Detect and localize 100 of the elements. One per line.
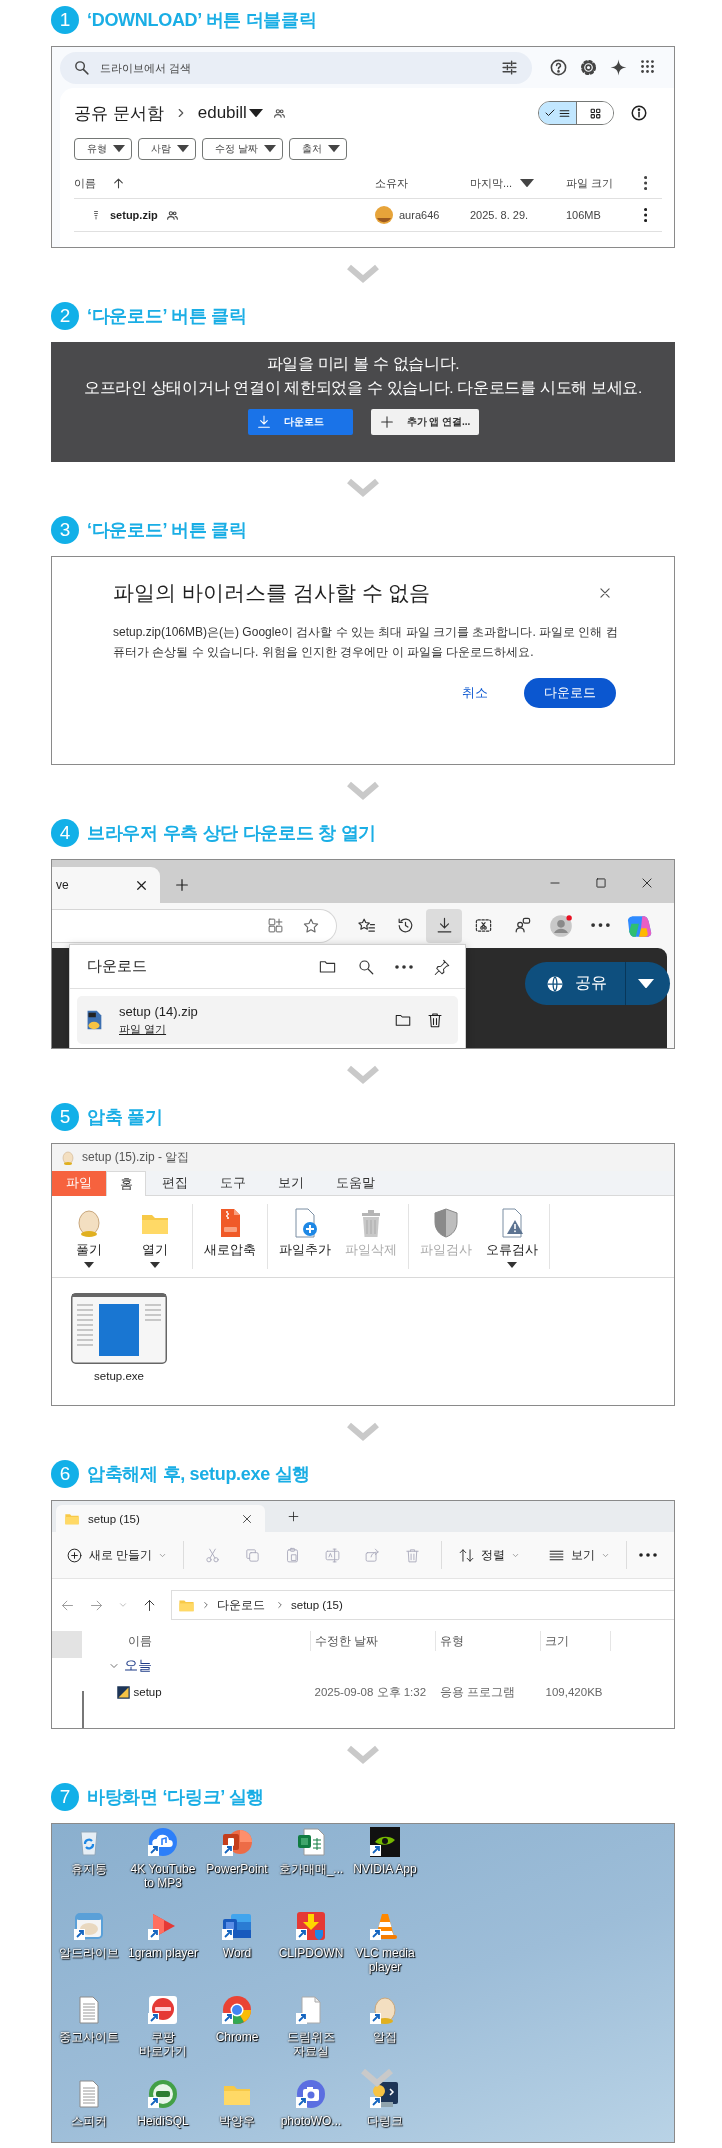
- ribbon-tab[interactable]: 도구: [204, 1171, 262, 1196]
- step-title: ‘다운로드’ 버튼 클릭: [87, 305, 247, 328]
- info-icon[interactable]: [630, 104, 648, 122]
- star-icon[interactable]: [302, 916, 320, 935]
- caret-icon: [638, 978, 654, 989]
- browser-tab[interactable]: ve: [52, 867, 160, 903]
- column-header[interactable]: 이름: [97, 1631, 311, 1651]
- column-header[interactable]: 마지막...: [470, 175, 513, 191]
- view-button[interactable]: 보기: [544, 1542, 615, 1568]
- down-chevron-icon: [346, 1745, 380, 1765]
- step-number-badge: 1: [51, 6, 79, 34]
- screenshot-icon: [473, 916, 493, 935]
- breadcrumb-item[interactable]: 공유 문서함: [74, 101, 164, 125]
- filter-chip[interactable]: 유형: [74, 138, 132, 160]
- caret-icon[interactable]: [248, 108, 263, 118]
- more-icon[interactable]: [644, 208, 648, 222]
- filter-chip[interactable]: 수정 날짜: [202, 138, 283, 160]
- view-toggle[interactable]: [538, 101, 614, 125]
- caret-icon: [177, 145, 189, 153]
- new-tab-icon[interactable]: [287, 1510, 300, 1523]
- chevron-right-icon: [275, 1600, 285, 1610]
- help-icon[interactable]: [549, 58, 568, 77]
- step-title: ‘다운로드’ 버튼 클릭: [87, 519, 247, 542]
- avatar-icon: [375, 206, 393, 224]
- ribbon-button[interactable]: 새로압축: [197, 1204, 263, 1269]
- table-cell-text: 응용 프로그램: [438, 1684, 516, 1700]
- step-title: 브라우저 우측 상단 다운로드 창 열기: [87, 822, 376, 845]
- ribbon-button[interactable]: 오류검사: [479, 1204, 545, 1269]
- up-icon[interactable]: [142, 1597, 157, 1613]
- connect-app-button[interactable]: 추가 앱 연결...: [370, 409, 479, 435]
- ribbon-tab[interactable]: 홈: [106, 1171, 146, 1196]
- download-icon: [255, 414, 272, 430]
- ribbon-tab[interactable]: 보기: [262, 1171, 320, 1196]
- close-icon[interactable]: [640, 875, 654, 890]
- column-header[interactable]: 수정한 날짜: [310, 1631, 436, 1651]
- column-header[interactable]: 이름: [74, 175, 96, 191]
- ribbon-tab[interactable]: 도움말: [320, 1171, 391, 1196]
- check-icon: [544, 107, 556, 119]
- filter-icon[interactable]: [501, 59, 518, 76]
- search-icon[interactable]: [357, 957, 375, 976]
- explorer-tab[interactable]: setup (15): [56, 1505, 265, 1532]
- download-button[interactable]: 다운로드: [524, 678, 616, 708]
- panel-title: 다운로드: [87, 957, 148, 976]
- step-number-badge: 3: [51, 516, 79, 544]
- caret-icon: [263, 145, 276, 153]
- open-file-link[interactable]: 파일 열기: [119, 1021, 167, 1037]
- search-icon[interactable]: [73, 59, 90, 76]
- path-segment[interactable]: 다운로드: [217, 1597, 265, 1613]
- message-text: 오프라인 상태이거나 연결이 제한되었을 수 있습니다. 다운로드를 시도해 보세요.: [83, 378, 643, 398]
- app-icon: [115, 1684, 131, 1700]
- window-title: setup (15).zip - 알집: [82, 1149, 190, 1166]
- ribbon-button[interactable]: 풀기: [56, 1204, 122, 1269]
- caret-icon[interactable]: [520, 178, 535, 188]
- step-number-badge: 6: [51, 1460, 79, 1488]
- downloads-button[interactable]: [426, 908, 462, 943]
- add-app-icon[interactable]: [267, 917, 284, 934]
- new-tab-icon[interactable]: [174, 876, 190, 893]
- close-tab-icon[interactable]: [241, 1512, 253, 1525]
- list-view-button[interactable]: [539, 102, 576, 124]
- maximize-icon[interactable]: [594, 875, 608, 890]
- file-name[interactable]: setup: [133, 1686, 162, 1698]
- file-name: setup (14).zip: [119, 1003, 198, 1019]
- ribbon-button[interactable]: 파일추가: [272, 1204, 338, 1269]
- file-name[interactable]: setup.exe: [94, 1370, 144, 1382]
- cancel-button[interactable]: 취소: [456, 683, 494, 703]
- sparkle-icon[interactable]: [609, 58, 628, 77]
- favorites-icon: [356, 916, 376, 935]
- more-icon[interactable]: [395, 964, 413, 969]
- breadcrumb-item[interactable]: edubill: [197, 103, 247, 123]
- ribbon-tab[interactable]: 편집: [146, 1171, 204, 1196]
- group-header[interactable]: 오늘: [123, 1657, 152, 1675]
- window-thumbnail-icon: [71, 1293, 167, 1364]
- apps-icon[interactable]: [639, 58, 656, 75]
- sort-arrow-icon[interactable]: [112, 176, 125, 190]
- column-header[interactable]: 파일 크기: [566, 175, 614, 191]
- settings-icon[interactable]: [579, 58, 598, 77]
- filter-chip[interactable]: 출처: [288, 138, 347, 160]
- download-item[interactable]: setup (14).zip 파일 열기: [77, 996, 458, 1044]
- sort-button[interactable]: 정렬: [454, 1542, 525, 1568]
- plus-icon: [378, 414, 395, 430]
- pin-icon[interactable]: [433, 957, 451, 976]
- more-icon[interactable]: [639, 1553, 658, 1557]
- download-button[interactable]: 다운로드: [247, 409, 353, 435]
- trash-icon[interactable]: [426, 1011, 444, 1029]
- new-button[interactable]: 새로 만들기: [62, 1542, 172, 1568]
- column-header[interactable]: 크기: [540, 1631, 611, 1651]
- address-bar[interactable]: 다운로드 setup (15): [171, 1590, 674, 1620]
- search-field[interactable]: 드라이브에서 검색: [60, 51, 532, 84]
- grid-view-button[interactable]: [576, 102, 613, 124]
- filter-chip[interactable]: 사람: [138, 138, 196, 160]
- column-header[interactable]: 유형: [435, 1631, 541, 1651]
- down-chevron-icon: [346, 1065, 380, 1085]
- close-icon[interactable]: [598, 586, 612, 600]
- file-name[interactable]: setup.zip: [110, 209, 158, 221]
- path-segment[interactable]: setup (15): [291, 1599, 343, 1611]
- table-cell-text: 2025-09-08 오후 1:32: [313, 1684, 428, 1700]
- more-icon[interactable]: [644, 176, 648, 190]
- column-header[interactable]: 소유자: [375, 175, 408, 191]
- ribbon-button[interactable]: 열기: [122, 1204, 188, 1269]
- close-tab-icon[interactable]: [135, 878, 148, 892]
